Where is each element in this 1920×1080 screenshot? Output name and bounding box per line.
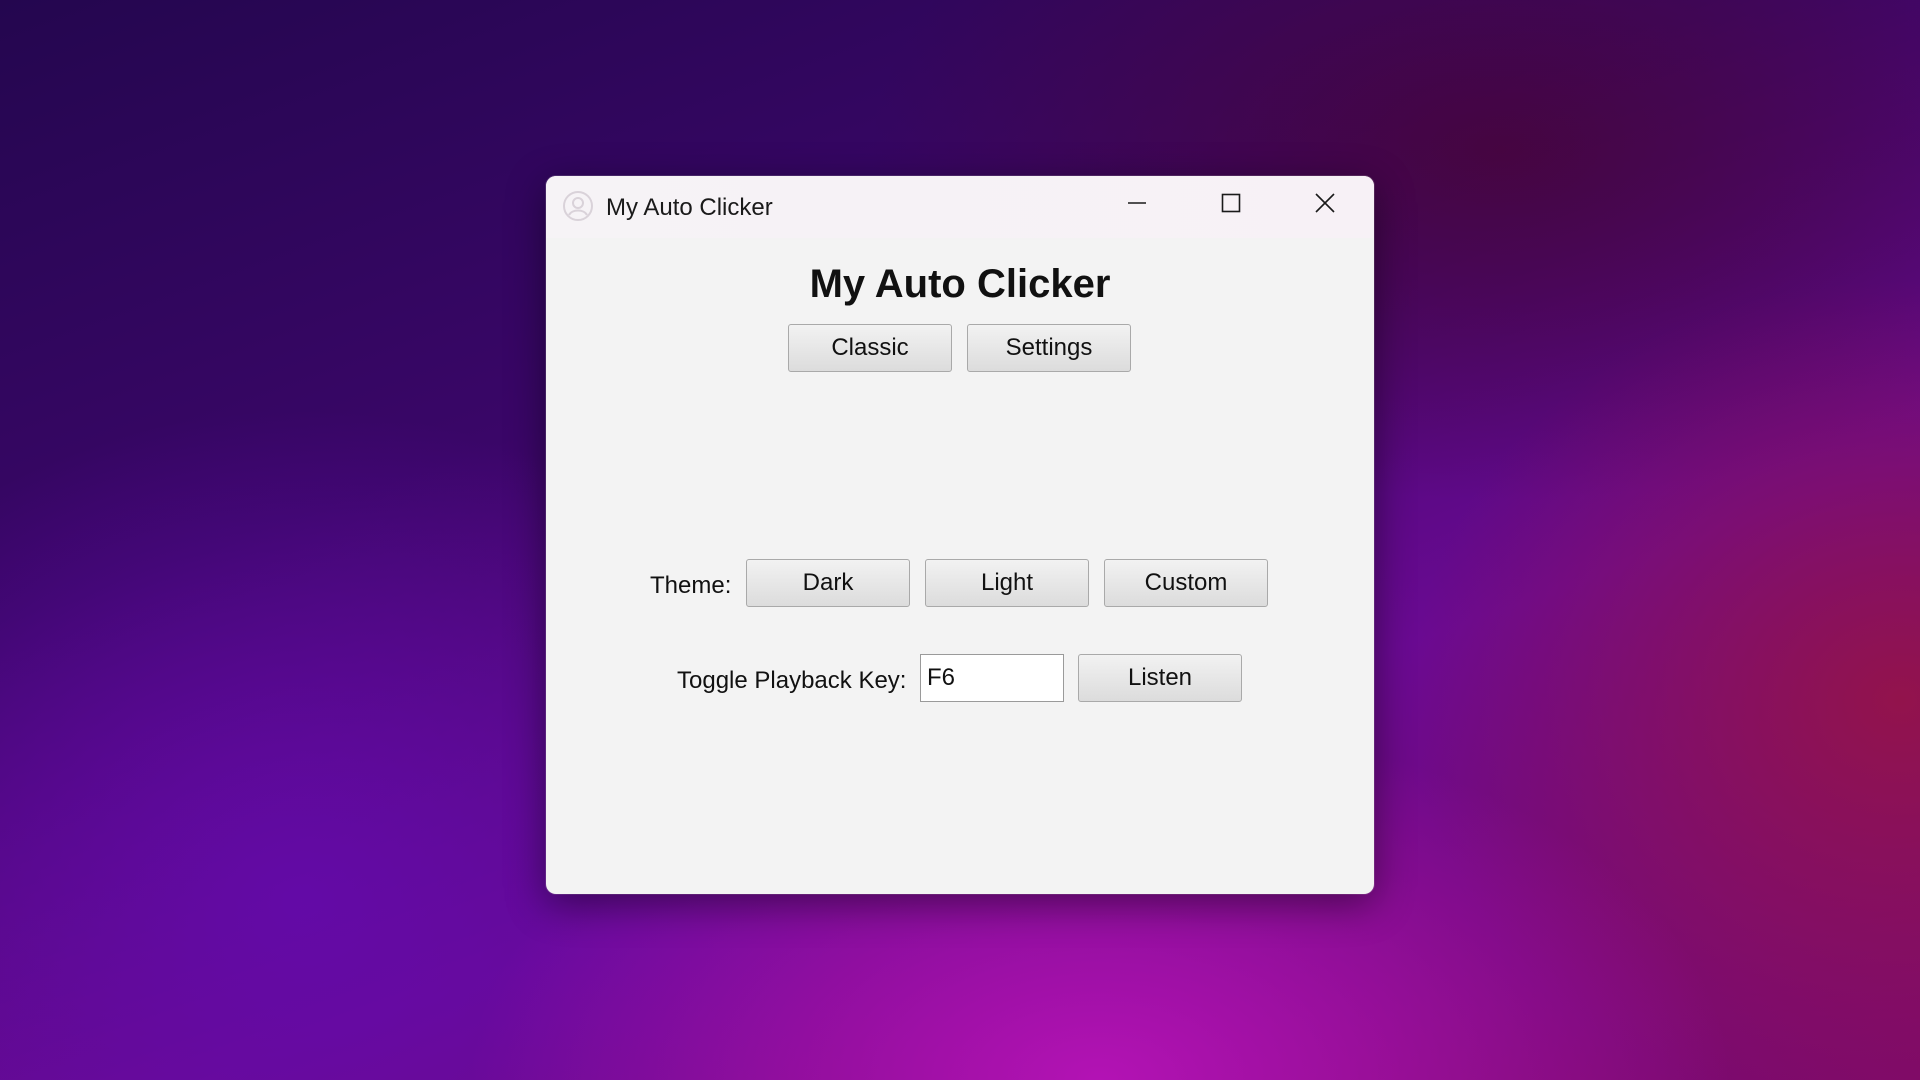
app-heading: My Auto Clicker bbox=[809, 262, 1111, 306]
minimize-button[interactable] bbox=[1090, 176, 1184, 234]
playback-key-input[interactable] bbox=[920, 654, 1064, 702]
theme-light-button[interactable]: Light bbox=[925, 559, 1089, 607]
maximize-button[interactable] bbox=[1184, 176, 1278, 234]
theme-label: Theme: bbox=[650, 572, 732, 599]
listen-button[interactable]: Listen bbox=[1078, 654, 1242, 702]
minimize-icon bbox=[1126, 192, 1148, 218]
tab-settings[interactable]: Settings bbox=[967, 324, 1131, 372]
maximize-icon bbox=[1220, 192, 1242, 218]
app-window: My Auto Clicker My Auto Clicker Classic … bbox=[546, 176, 1374, 894]
theme-dark-button[interactable]: Dark bbox=[746, 559, 910, 607]
toggle-playback-key-label: Toggle Playback Key: bbox=[677, 667, 907, 694]
theme-custom-button[interactable]: Custom bbox=[1104, 559, 1268, 607]
window-title: My Auto Clicker bbox=[606, 194, 773, 221]
close-icon bbox=[1313, 191, 1337, 219]
tab-classic[interactable]: Classic bbox=[788, 324, 952, 372]
title-bar[interactable]: My Auto Clicker bbox=[546, 176, 1374, 238]
app-logo-icon bbox=[562, 190, 594, 222]
close-button[interactable] bbox=[1278, 176, 1372, 234]
